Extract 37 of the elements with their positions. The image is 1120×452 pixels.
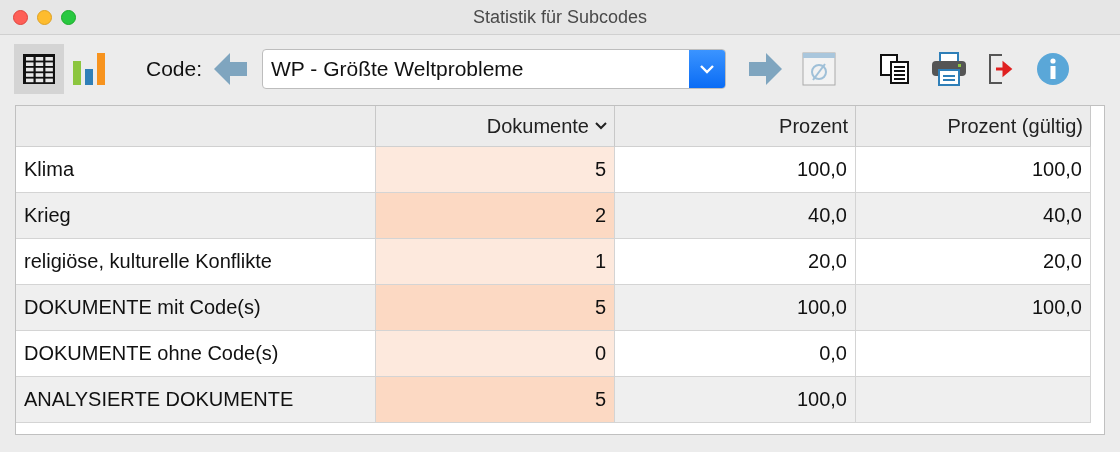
- copy-icon[interactable]: [880, 54, 911, 84]
- table-cell: 5: [376, 285, 615, 331]
- column-header[interactable]: Dokumente: [376, 106, 615, 147]
- left-arrow-icon[interactable]: [214, 53, 249, 85]
- table-cell: Krieg: [16, 193, 376, 239]
- table-cell: 1: [376, 239, 615, 285]
- window-title: Statistik für Subcodes: [472, 6, 648, 27]
- column-title: Prozent: [779, 114, 848, 138]
- right-arrow-icon[interactable]: [748, 53, 783, 85]
- empty-set-icon[interactable]: [802, 52, 837, 86]
- table-cell: 0: [376, 331, 615, 377]
- table-cell: DOKUMENTE mit Code(s): [16, 285, 376, 331]
- table-cell: 100,0: [856, 285, 1091, 331]
- table-cell: 100,0: [615, 285, 856, 331]
- close-button[interactable]: [13, 9, 28, 25]
- table-cell: 5: [376, 147, 615, 193]
- column-header[interactable]: Prozent (gültig): [856, 106, 1091, 147]
- zoom-button[interactable]: [61, 9, 76, 25]
- column-title: Prozent (gültig): [947, 114, 1083, 138]
- info-icon[interactable]: [1036, 52, 1071, 86]
- table-cell: 40,0: [615, 193, 856, 239]
- view-toggle[interactable]: [14, 44, 64, 94]
- table-cell: 5: [376, 377, 615, 423]
- code-label: Code:: [146, 57, 203, 81]
- table-cell: ANALYSIERTE DOKUMENTE: [16, 377, 376, 423]
- table-icon: [22, 53, 56, 85]
- sort-chevron-icon: [595, 122, 607, 130]
- table-cell: 2: [376, 193, 615, 239]
- table-cell: 40,0: [856, 193, 1091, 239]
- minimize-button[interactable]: [37, 9, 52, 25]
- code-dropdown[interactable]: WP - Größte Weltprobleme: [262, 49, 727, 89]
- bar-chart-icon: [72, 52, 106, 86]
- print-icon[interactable]: [932, 52, 967, 86]
- chevron-icon: [699, 64, 716, 74]
- table-cell: 100,0: [615, 377, 856, 423]
- column-header[interactable]: Prozent: [615, 106, 856, 147]
- column-title: Dokumente: [486, 114, 589, 138]
